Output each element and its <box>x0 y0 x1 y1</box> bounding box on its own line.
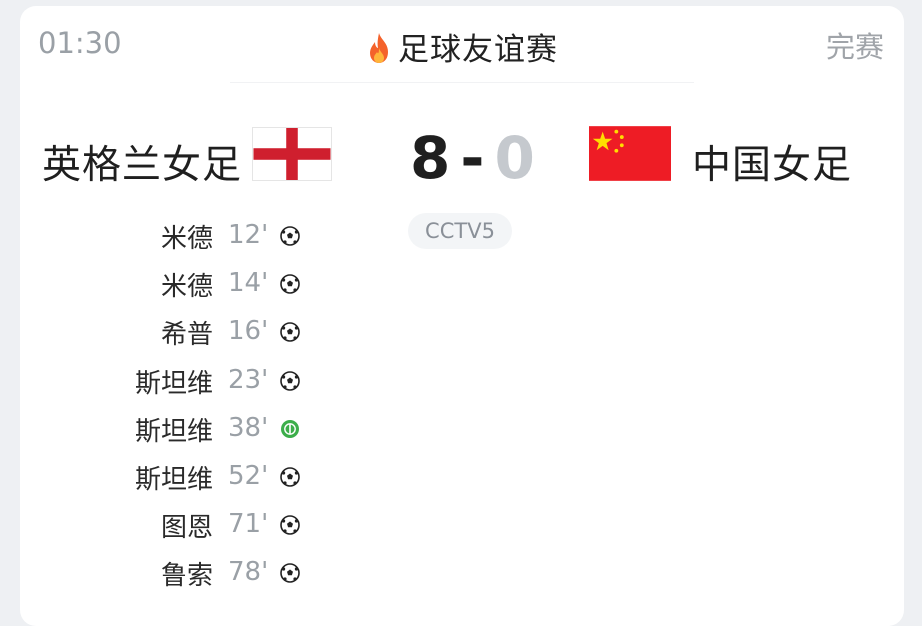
header-divider <box>230 82 694 83</box>
goal-minute: 78' <box>228 557 269 588</box>
goal-scorer: 图恩 <box>160 513 213 544</box>
goal-scorer: 米德 <box>160 224 213 254</box>
penalty-goal-icon <box>281 419 299 438</box>
goal-minute: 38' <box>228 412 269 443</box>
goal-scorer: 希普 <box>160 320 213 351</box>
goal-row: 米德 12' <box>20 218 310 266</box>
goal-minute: 14' <box>228 268 269 299</box>
goal-scorer: 斯坦维 <box>134 416 213 447</box>
england-flag-icon <box>252 127 332 181</box>
score-separator: - <box>460 124 485 192</box>
goal-scorer: 斯坦维 <box>134 368 213 399</box>
soccer-ball-icon <box>280 563 300 584</box>
goal-row: 希普 16' <box>20 314 310 362</box>
soccer-ball-icon <box>280 274 300 294</box>
goal-minute: 12' <box>228 220 269 250</box>
home-score: 8 <box>410 124 451 192</box>
goal-scorer: 鲁索 <box>160 561 213 592</box>
goal-minute: 52' <box>228 460 269 491</box>
goal-minute: 71' <box>228 509 269 540</box>
soccer-ball-icon <box>280 226 300 246</box>
soccer-ball-icon <box>280 322 300 343</box>
away-score: 0 <box>494 124 535 192</box>
broadcast-channel-badge[interactable]: CCTV5 <box>408 213 512 249</box>
soccer-ball-icon <box>280 370 300 391</box>
fire-icon <box>366 32 392 72</box>
goal-row: 斯坦维 38' <box>20 411 310 459</box>
goal-row: 鲁索 78' <box>20 555 310 603</box>
goal-list: 米德 12' 米德 14' 希普 16' 斯坦维 23' 斯坦维 38' 斯坦维… <box>20 218 310 604</box>
soccer-ball-icon <box>280 515 300 535</box>
match-status: 完赛 <box>825 30 884 64</box>
scoreboard: 8-0 <box>410 124 535 192</box>
china-flag-icon <box>589 126 671 181</box>
goal-scorer: 米德 <box>160 272 213 303</box>
goal-row: 图恩 71' <box>20 507 310 555</box>
home-team-name[interactable]: 英格兰女足 <box>42 134 242 190</box>
competition-title-text: 足球友谊赛 <box>398 32 558 68</box>
goal-row: 斯坦维 23' <box>20 363 310 411</box>
goal-row: 斯坦维 52' <box>20 459 310 507</box>
goal-row: 米德 14' <box>20 266 310 314</box>
match-card[interactable]: 01:30 足球友谊赛 完赛 英格兰女足 8-0 中国女足 CCTV5 米德 1… <box>20 6 904 626</box>
soccer-ball-icon <box>280 467 300 487</box>
goal-minute: 16' <box>228 316 269 347</box>
goal-scorer: 斯坦维 <box>134 464 213 495</box>
goal-minute: 23' <box>228 364 269 395</box>
away-team-name[interactable]: 中国女足 <box>692 134 852 190</box>
competition-title: 足球友谊赛 <box>20 24 904 72</box>
